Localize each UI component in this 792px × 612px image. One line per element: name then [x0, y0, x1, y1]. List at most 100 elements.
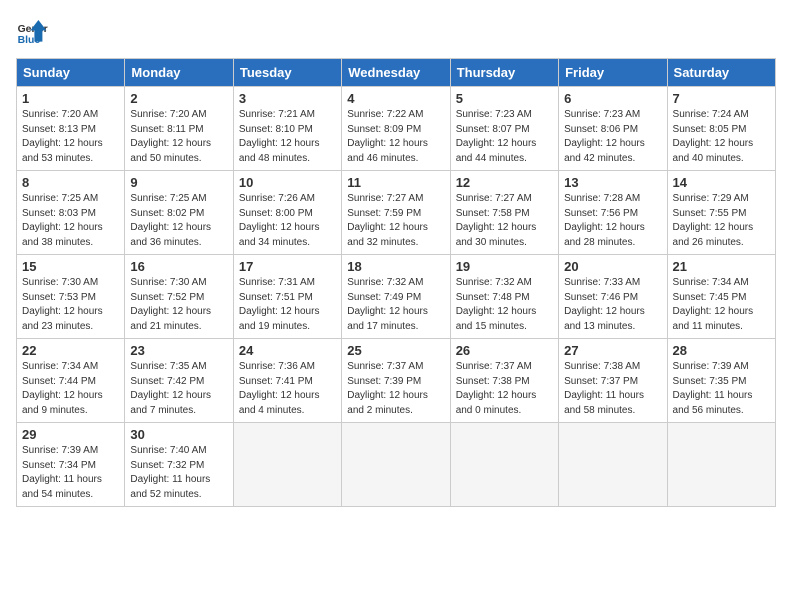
calendar-day-cell: 2 Sunrise: 7:20 AMSunset: 8:11 PMDayligh… — [125, 87, 233, 171]
day-number: 1 — [22, 91, 119, 106]
calendar-day-cell: 22 Sunrise: 7:34 AMSunset: 7:44 PMDaylig… — [17, 339, 125, 423]
calendar-week-row: 29 Sunrise: 7:39 AMSunset: 7:34 PMDaylig… — [17, 423, 776, 507]
day-of-week-header: Friday — [559, 59, 667, 87]
day-info: Sunrise: 7:31 AMSunset: 7:51 PMDaylight:… — [239, 277, 320, 332]
calendar-table: SundayMondayTuesdayWednesdayThursdayFrid… — [16, 58, 776, 507]
day-number: 19 — [456, 259, 553, 274]
calendar-day-cell — [342, 423, 450, 507]
day-info: Sunrise: 7:23 AMSunset: 8:07 PMDaylight:… — [456, 109, 537, 164]
calendar-day-cell: 7 Sunrise: 7:24 AMSunset: 8:05 PMDayligh… — [667, 87, 775, 171]
day-info: Sunrise: 7:37 AMSunset: 7:39 PMDaylight:… — [347, 361, 428, 416]
day-of-week-header: Wednesday — [342, 59, 450, 87]
calendar-day-cell — [667, 423, 775, 507]
calendar-day-cell: 12 Sunrise: 7:27 AMSunset: 7:58 PMDaylig… — [450, 171, 558, 255]
day-number: 8 — [22, 175, 119, 190]
day-number: 21 — [673, 259, 770, 274]
day-number: 16 — [130, 259, 227, 274]
calendar-week-row: 1 Sunrise: 7:20 AMSunset: 8:13 PMDayligh… — [17, 87, 776, 171]
logo-icon: General Blue — [16, 16, 48, 48]
day-info: Sunrise: 7:30 AMSunset: 7:53 PMDaylight:… — [22, 277, 103, 332]
day-number: 7 — [673, 91, 770, 106]
calendar-day-cell: 28 Sunrise: 7:39 AMSunset: 7:35 PMDaylig… — [667, 339, 775, 423]
day-info: Sunrise: 7:25 AMSunset: 8:03 PMDaylight:… — [22, 193, 103, 248]
calendar-day-cell: 30 Sunrise: 7:40 AMSunset: 7:32 PMDaylig… — [125, 423, 233, 507]
day-number: 15 — [22, 259, 119, 274]
day-number: 28 — [673, 343, 770, 358]
calendar-week-row: 15 Sunrise: 7:30 AMSunset: 7:53 PMDaylig… — [17, 255, 776, 339]
calendar-day-cell: 21 Sunrise: 7:34 AMSunset: 7:45 PMDaylig… — [667, 255, 775, 339]
day-number: 6 — [564, 91, 661, 106]
calendar-body: 1 Sunrise: 7:20 AMSunset: 8:13 PMDayligh… — [17, 87, 776, 507]
calendar-day-cell: 14 Sunrise: 7:29 AMSunset: 7:55 PMDaylig… — [667, 171, 775, 255]
day-number: 27 — [564, 343, 661, 358]
calendar-day-cell: 19 Sunrise: 7:32 AMSunset: 7:48 PMDaylig… — [450, 255, 558, 339]
day-number: 25 — [347, 343, 444, 358]
calendar-day-cell: 18 Sunrise: 7:32 AMSunset: 7:49 PMDaylig… — [342, 255, 450, 339]
day-info: Sunrise: 7:36 AMSunset: 7:41 PMDaylight:… — [239, 361, 320, 416]
day-info: Sunrise: 7:34 AMSunset: 7:44 PMDaylight:… — [22, 361, 103, 416]
day-info: Sunrise: 7:25 AMSunset: 8:02 PMDaylight:… — [130, 193, 211, 248]
day-info: Sunrise: 7:29 AMSunset: 7:55 PMDaylight:… — [673, 193, 754, 248]
day-number: 3 — [239, 91, 336, 106]
day-number: 12 — [456, 175, 553, 190]
day-number: 2 — [130, 91, 227, 106]
day-number: 4 — [347, 91, 444, 106]
day-info: Sunrise: 7:24 AMSunset: 8:05 PMDaylight:… — [673, 109, 754, 164]
calendar-day-cell: 27 Sunrise: 7:38 AMSunset: 7:37 PMDaylig… — [559, 339, 667, 423]
calendar-header-row: SundayMondayTuesdayWednesdayThursdayFrid… — [17, 59, 776, 87]
day-info: Sunrise: 7:27 AMSunset: 7:58 PMDaylight:… — [456, 193, 537, 248]
calendar-day-cell: 15 Sunrise: 7:30 AMSunset: 7:53 PMDaylig… — [17, 255, 125, 339]
day-number: 18 — [347, 259, 444, 274]
calendar-day-cell — [450, 423, 558, 507]
day-info: Sunrise: 7:38 AMSunset: 7:37 PMDaylight:… — [564, 361, 644, 416]
day-number: 26 — [456, 343, 553, 358]
day-info: Sunrise: 7:32 AMSunset: 7:48 PMDaylight:… — [456, 277, 537, 332]
day-info: Sunrise: 7:27 AMSunset: 7:59 PMDaylight:… — [347, 193, 428, 248]
day-number: 23 — [130, 343, 227, 358]
calendar-day-cell: 5 Sunrise: 7:23 AMSunset: 8:07 PMDayligh… — [450, 87, 558, 171]
calendar-day-cell: 11 Sunrise: 7:27 AMSunset: 7:59 PMDaylig… — [342, 171, 450, 255]
day-of-week-header: Monday — [125, 59, 233, 87]
calendar-day-cell — [559, 423, 667, 507]
day-info: Sunrise: 7:35 AMSunset: 7:42 PMDaylight:… — [130, 361, 211, 416]
day-info: Sunrise: 7:32 AMSunset: 7:49 PMDaylight:… — [347, 277, 428, 332]
day-number: 13 — [564, 175, 661, 190]
day-info: Sunrise: 7:26 AMSunset: 8:00 PMDaylight:… — [239, 193, 320, 248]
calendar-week-row: 22 Sunrise: 7:34 AMSunset: 7:44 PMDaylig… — [17, 339, 776, 423]
calendar-day-cell: 16 Sunrise: 7:30 AMSunset: 7:52 PMDaylig… — [125, 255, 233, 339]
day-number: 24 — [239, 343, 336, 358]
day-info: Sunrise: 7:23 AMSunset: 8:06 PMDaylight:… — [564, 109, 645, 164]
day-info: Sunrise: 7:39 AMSunset: 7:34 PMDaylight:… — [22, 445, 102, 500]
day-of-week-header: Saturday — [667, 59, 775, 87]
day-number: 22 — [22, 343, 119, 358]
day-number: 14 — [673, 175, 770, 190]
calendar-day-cell: 23 Sunrise: 7:35 AMSunset: 7:42 PMDaylig… — [125, 339, 233, 423]
day-info: Sunrise: 7:20 AMSunset: 8:13 PMDaylight:… — [22, 109, 103, 164]
day-info: Sunrise: 7:28 AMSunset: 7:56 PMDaylight:… — [564, 193, 645, 248]
calendar-day-cell — [233, 423, 341, 507]
calendar-week-row: 8 Sunrise: 7:25 AMSunset: 8:03 PMDayligh… — [17, 171, 776, 255]
day-info: Sunrise: 7:37 AMSunset: 7:38 PMDaylight:… — [456, 361, 537, 416]
calendar-day-cell: 4 Sunrise: 7:22 AMSunset: 8:09 PMDayligh… — [342, 87, 450, 171]
day-number: 30 — [130, 427, 227, 442]
day-info: Sunrise: 7:22 AMSunset: 8:09 PMDaylight:… — [347, 109, 428, 164]
day-info: Sunrise: 7:33 AMSunset: 7:46 PMDaylight:… — [564, 277, 645, 332]
page-header: General Blue — [16, 16, 776, 48]
day-info: Sunrise: 7:21 AMSunset: 8:10 PMDaylight:… — [239, 109, 320, 164]
calendar-day-cell: 3 Sunrise: 7:21 AMSunset: 8:10 PMDayligh… — [233, 87, 341, 171]
day-info: Sunrise: 7:30 AMSunset: 7:52 PMDaylight:… — [130, 277, 211, 332]
day-of-week-header: Thursday — [450, 59, 558, 87]
day-number: 11 — [347, 175, 444, 190]
day-number: 9 — [130, 175, 227, 190]
day-number: 20 — [564, 259, 661, 274]
day-info: Sunrise: 7:40 AMSunset: 7:32 PMDaylight:… — [130, 445, 210, 500]
calendar-day-cell: 26 Sunrise: 7:37 AMSunset: 7:38 PMDaylig… — [450, 339, 558, 423]
calendar-day-cell: 9 Sunrise: 7:25 AMSunset: 8:02 PMDayligh… — [125, 171, 233, 255]
day-of-week-header: Sunday — [17, 59, 125, 87]
day-number: 29 — [22, 427, 119, 442]
calendar-day-cell: 1 Sunrise: 7:20 AMSunset: 8:13 PMDayligh… — [17, 87, 125, 171]
day-number: 17 — [239, 259, 336, 274]
day-number: 10 — [239, 175, 336, 190]
day-info: Sunrise: 7:34 AMSunset: 7:45 PMDaylight:… — [673, 277, 754, 332]
logo: General Blue — [16, 16, 48, 48]
